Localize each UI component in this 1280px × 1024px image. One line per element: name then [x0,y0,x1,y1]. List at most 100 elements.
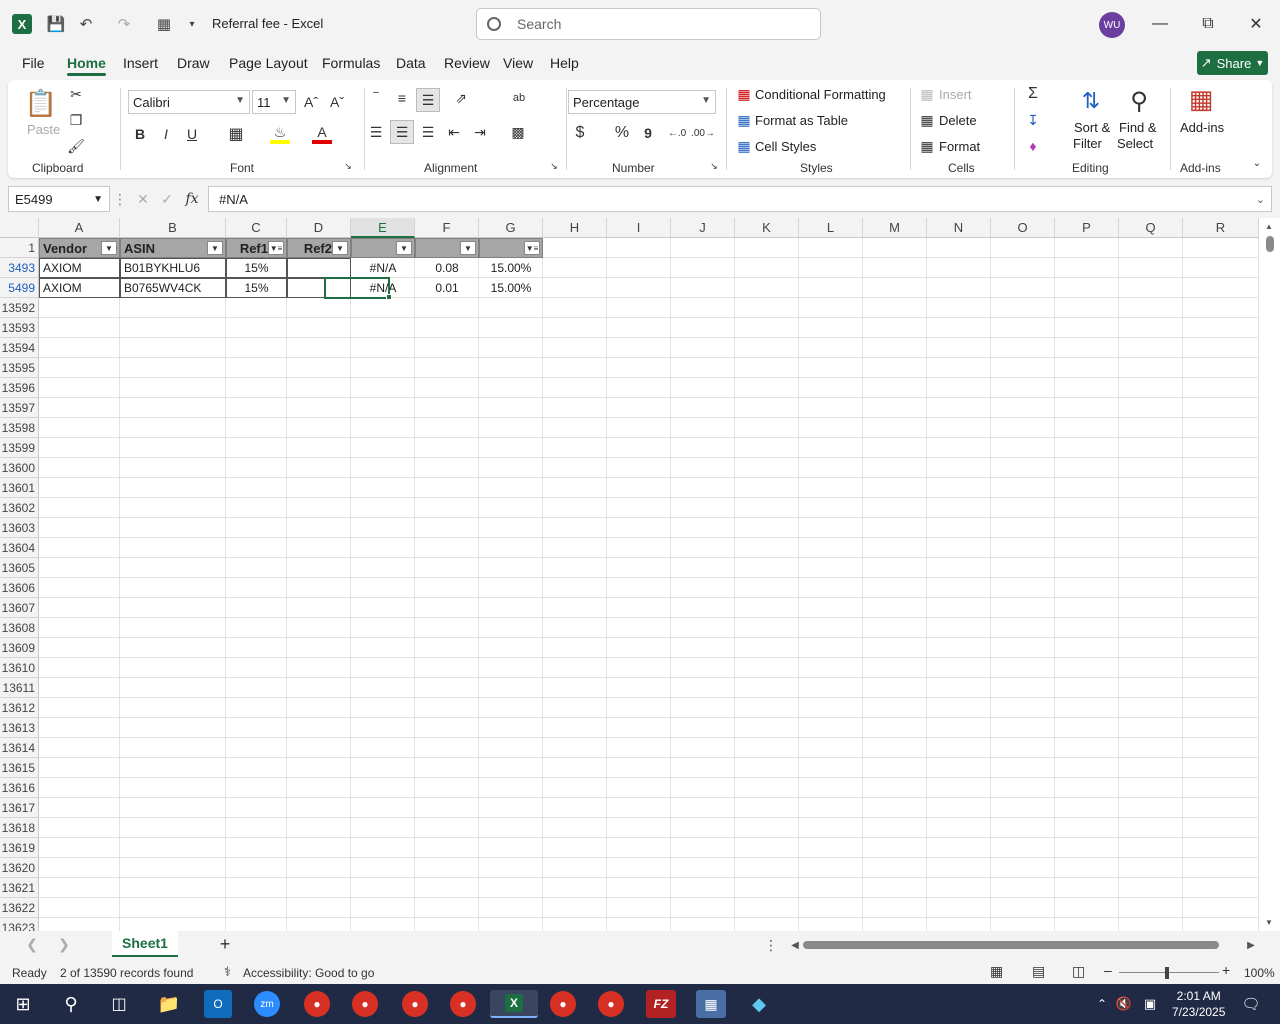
app-diamond-icon[interactable]: ◆ [744,990,774,1018]
table-cell[interactable]: B0765WV4CK [120,278,226,298]
sort-filter-icon[interactable]: ⇅ [1074,84,1108,118]
system-clock[interactable]: 2:01 AM 7/23/2025 [1172,988,1225,1020]
fill-color-icon[interactable]: ♨ [270,124,290,144]
cell-styles-button[interactable]: Cell Styles [755,139,816,154]
status-accessibility[interactable]: Accessibility: Good to go [243,966,374,980]
increase-font-icon[interactable]: Aˆ [301,92,321,112]
tab-page-layout[interactable]: Page Layout [229,55,308,71]
tab-data[interactable]: Data [396,55,426,71]
more-icon[interactable]: ⋮ [764,937,778,953]
fill-icon[interactable]: ↧ [1023,110,1043,130]
sort-filter-label-2[interactable]: Filter [1073,136,1102,151]
row-header[interactable]: 13595 [0,358,39,378]
scroll-sheets-left-icon[interactable]: ❮ [24,936,40,952]
increase-decimal-icon[interactable]: ←.0 [666,122,688,144]
windows-start-icon[interactable]: ⊞ [8,990,38,1018]
row-header[interactable]: 13608 [0,618,39,638]
chrome-icon[interactable]: ● [402,991,428,1017]
notifications-icon[interactable]: 🗨 [1236,990,1266,1018]
column-header-h[interactable]: H [543,218,607,238]
scroll-up-icon[interactable]: ▲ [1265,222,1273,231]
filter-dropdown-icon[interactable]: ▼ [460,241,476,255]
filter-dropdown-icon[interactable]: ▼ [396,241,412,255]
row-header[interactable]: 13599 [0,438,39,458]
table-cell[interactable]: #N/A [351,258,415,278]
table-cell[interactable]: 15% [226,258,287,278]
worksheet-grid[interactable]: ▲ ▼ A B C D E F G H I J K L M N O P Q R 1 3493 5499 13592 1359… [0,218,1280,931]
table-cell[interactable]: 15% [226,278,287,298]
row-header[interactable]: 13602 [0,498,39,518]
scroll-right-icon[interactable]: ▶ [1244,937,1258,953]
column-header-n[interactable]: N [927,218,991,238]
copy-icon[interactable]: ❐ [66,110,86,130]
column-header-m[interactable]: M [863,218,927,238]
horizontal-scroll-thumb[interactable] [803,941,1219,949]
row-header[interactable]: 13606 [0,578,39,598]
add-ins-icon[interactable]: ▦ [1186,84,1216,114]
tab-file[interactable]: File [22,55,45,71]
filter-dropdown-icon[interactable]: ▼ [207,241,223,255]
row-header[interactable]: 13593 [0,318,39,338]
volume-muted-icon[interactable]: 🔇 [1114,990,1134,1018]
add-ins-button[interactable]: Add-ins [1180,120,1224,135]
zoom-slider[interactable] [1119,972,1219,973]
chrome-icon[interactable]: ● [352,991,378,1017]
conditional-formatting-button[interactable]: Conditional Formatting [755,87,886,102]
column-header-a[interactable]: A [39,218,120,238]
tab-home[interactable]: Home [67,55,106,76]
vertical-scroll-thumb[interactable] [1266,236,1274,252]
currency-button[interactable]: $ [570,122,590,144]
outlook-icon[interactable]: O [204,990,232,1018]
save-icon[interactable]: 💾 [44,12,68,36]
formula-input[interactable]: #N/A ⌄ [208,186,1272,212]
row-header[interactable]: 13611 [0,678,39,698]
row-header[interactable]: 13600 [0,458,39,478]
format-as-table-button[interactable]: Format as Table [755,113,848,128]
tab-review[interactable]: Review [444,55,490,71]
enter-icon[interactable]: ✓ [158,190,176,208]
column-header-k[interactable]: K [735,218,799,238]
underline-button[interactable]: U [182,124,202,144]
zoom-out-icon[interactable]: – [1104,962,1112,978]
increase-indent-icon[interactable]: ⇥ [470,122,490,142]
customize-toolbar-icon[interactable]: ▾ [180,12,204,36]
paste-icon[interactable]: 📋 [25,86,57,120]
column-header-o[interactable]: O [991,218,1055,238]
table-cell[interactable]: 0.01 [415,278,479,298]
column-header-e[interactable]: E [351,218,415,238]
table-header-cell[interactable]: Vendor ▼ [39,238,120,258]
chrome-icon[interactable]: ● [450,991,476,1017]
row-header[interactable]: 13607 [0,598,39,618]
row-header[interactable]: 13609 [0,638,39,658]
tab-formulas[interactable]: Formulas [322,55,380,71]
search-input[interactable]: Search [476,8,821,40]
percent-button[interactable]: % [612,122,632,144]
column-header-p[interactable]: P [1055,218,1119,238]
table-cell[interactable]: 15.00% [479,258,543,278]
row-header[interactable]: 13598 [0,418,39,438]
undo-icon[interactable]: ↶ [74,12,98,36]
zoom-in-icon[interactable]: + [1222,962,1230,978]
cut-icon[interactable]: ✂ [66,84,86,104]
row-header[interactable]: 5499 [0,278,39,298]
chrome-icon[interactable]: ● [598,991,624,1017]
column-header-f[interactable]: F [415,218,479,238]
align-right-icon[interactable]: ☰ [418,122,438,142]
table-cell[interactable]: AXIOM [39,278,120,298]
row-header[interactable]: 13604 [0,538,39,558]
calculator-icon[interactable]: ▦ [152,12,176,36]
row-header[interactable]: 3493 [0,258,39,278]
italic-button[interactable]: I [156,124,176,144]
column-header-d[interactable]: D [287,218,351,238]
tab-insert[interactable]: Insert [123,55,158,71]
merge-center-icon[interactable]: ▩ [508,122,528,142]
row-header[interactable]: 13617 [0,798,39,818]
column-header-l[interactable]: L [799,218,863,238]
align-top-icon[interactable]: ‾ [366,88,386,108]
paste-label[interactable]: Paste [27,122,60,137]
restore-icon[interactable]: ⧉ [1196,12,1220,36]
name-box[interactable]: E5499 ▼ [8,186,110,212]
tab-draw[interactable]: Draw [177,55,210,71]
table-cell[interactable]: B01BYKHLU6 [120,258,226,278]
table-header-cell[interactable]: ▼ [415,238,479,258]
